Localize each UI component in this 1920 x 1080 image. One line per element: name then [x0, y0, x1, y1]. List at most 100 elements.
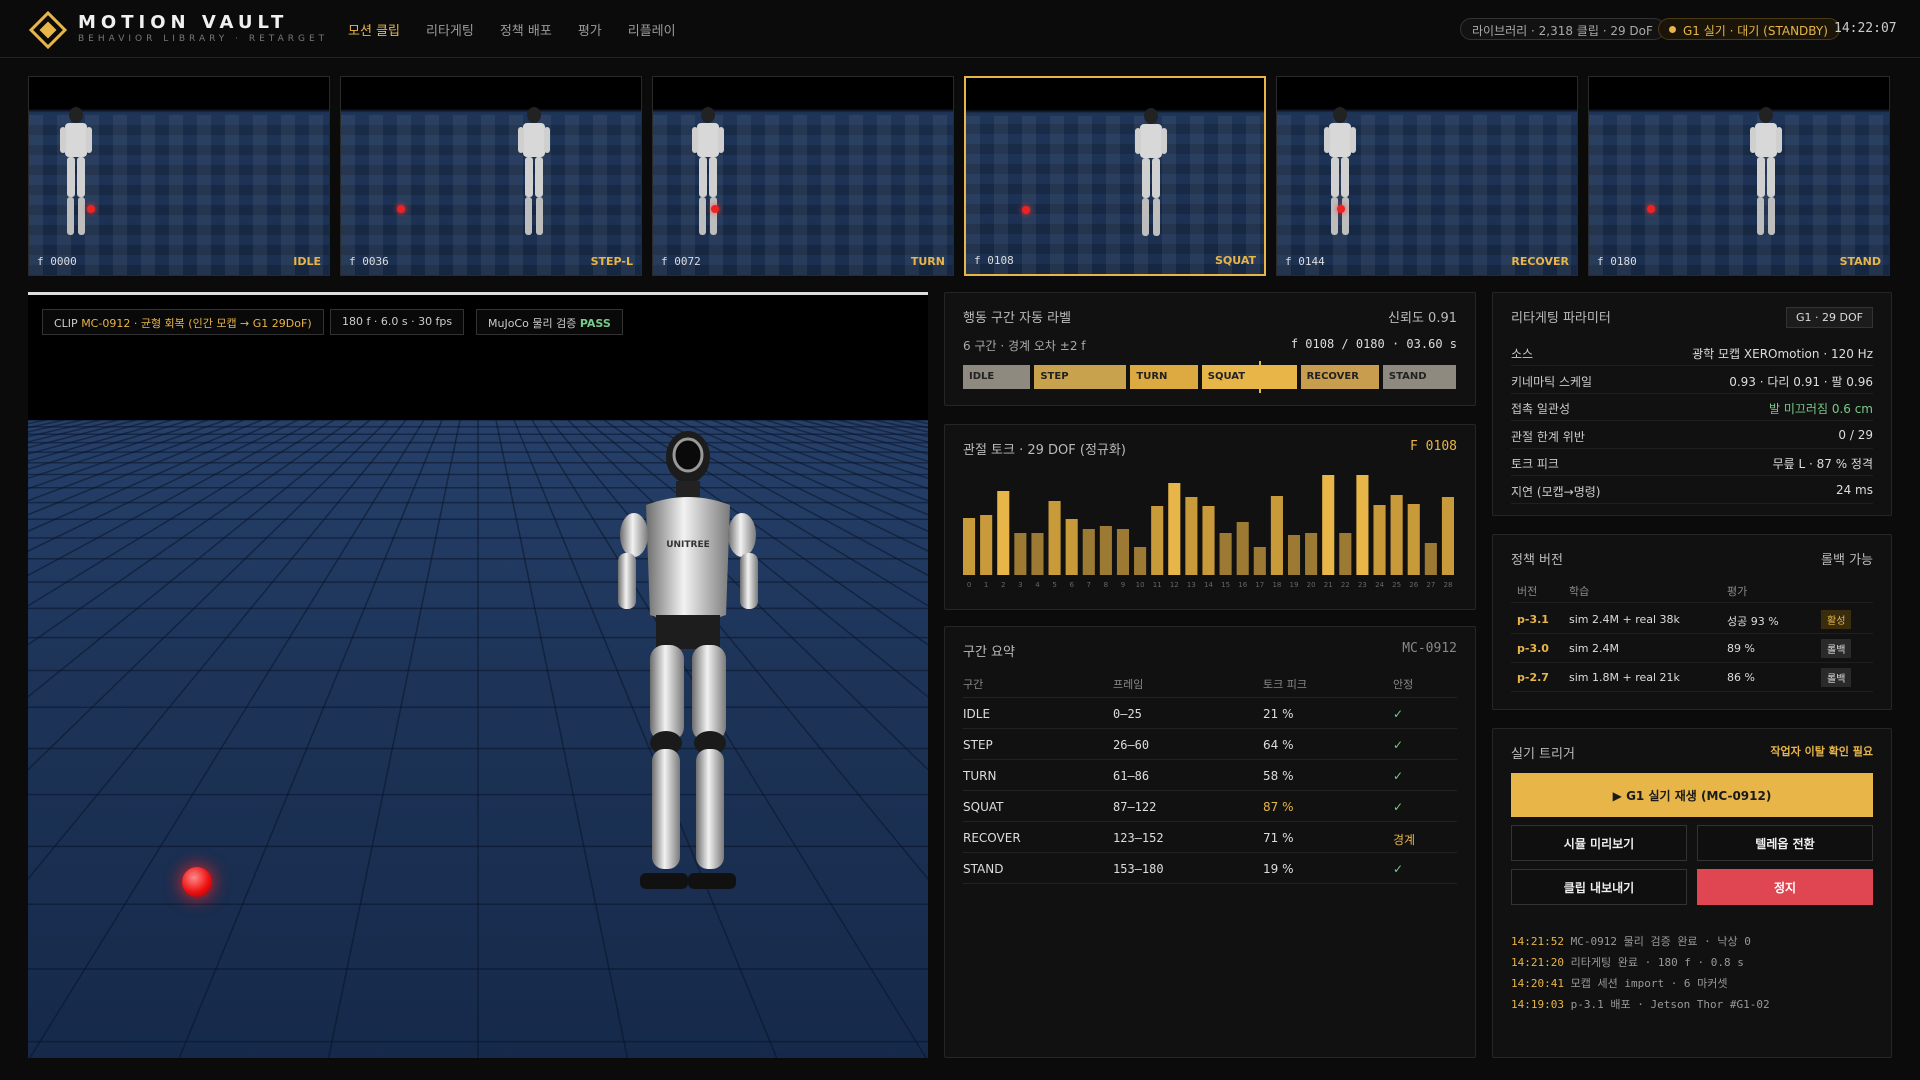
segment-name: IDLE	[963, 707, 991, 721]
thumbnail-frame: f 0108	[974, 254, 1014, 267]
torque-bar	[980, 515, 993, 575]
param-value: 광학 모캡 XEROmotion · 120 Hz	[1692, 347, 1873, 361]
summary-header-cell: 구간	[963, 678, 984, 691]
torque-bar	[1202, 506, 1215, 575]
torque-bar-chart: 0 1 2 3 4 5 6 7 8 9 10 11 12 13 14 15 16 17 18 19 20 21 22 23 24…	[963, 475, 1454, 589]
segment-block[interactable]: RECOVER	[1300, 365, 1379, 389]
playhead-cursor[interactable]	[1259, 361, 1262, 393]
param-key: 관절 한계 위반	[1511, 429, 1585, 444]
summary-row[interactable]: SQUAT 87–122 87 % ✓	[963, 791, 1457, 822]
torque-tick-label: 20	[1307, 581, 1316, 589]
segment-torque-peak: 21 %	[1263, 707, 1294, 721]
clip-description: · 균형 회복 (인간 모캡 → G1 29DoF)	[133, 317, 312, 330]
torque-bar	[1356, 475, 1369, 575]
param-value: 무릎 L · 87 % 정격	[1772, 457, 1873, 471]
rollback-button[interactable]: 롤백	[1821, 668, 1852, 687]
segment-block[interactable]: STAND	[1382, 365, 1456, 389]
torque-bar	[1099, 526, 1112, 575]
torque-bar	[963, 518, 976, 575]
summary-row[interactable]: STEP 26–60 64 % ✓	[963, 729, 1457, 760]
nav-policy-deploy[interactable]: 정책 배포	[500, 20, 552, 39]
torque-tick-label: 7	[1087, 581, 1091, 589]
keyframe-thumbnail[interactable]: f 0072 TURN	[652, 76, 954, 276]
log-entry: 14:21:52 MC-0912 물리 검증 완료 · 낙상 0	[1511, 931, 1770, 952]
retarget-params-panel: 리타게팅 파라미터 G1 · 29 DOF 소스 광학 모캡 XEROmotion…	[1492, 292, 1892, 516]
torque-bar	[1236, 522, 1249, 575]
policy-eval: 성공 93 %	[1727, 615, 1779, 628]
torque-bar	[1185, 497, 1198, 575]
param-value: 24 ms	[1835, 482, 1873, 497]
log-time: 14:20:41	[1511, 977, 1564, 990]
segment-frames: 0–25	[1113, 707, 1142, 721]
policy-version-panel: 정책 버전 롤백 가능 버전 학습 평가 p-3.1 sim 2.4M + real 3…	[1492, 534, 1892, 710]
keyframe-thumbnail[interactable]: f 0036 STEP-L	[340, 76, 642, 276]
torque-frame: F 0108	[1410, 439, 1457, 454]
segment-panel-title: 행동 구간 자동 라벨	[963, 311, 1072, 326]
policy-row[interactable]: p-2.7 sim 1.8M + real 21k 86 % 롤백	[1511, 663, 1873, 692]
summary-row[interactable]: STAND 153–180 19 % ✓	[963, 853, 1457, 884]
torque-bar	[1134, 547, 1147, 575]
segment-block[interactable]: TURN	[1130, 365, 1198, 389]
torque-tick-label: 25	[1392, 581, 1401, 589]
torque-tick-label: 19	[1290, 581, 1299, 589]
summary-header-row: 구간 프레임 토크 피크 안정	[963, 667, 1457, 698]
teleop-switch-button[interactable]: 텔레옵 전환	[1697, 825, 1873, 861]
torque-tick-label: 0	[967, 581, 971, 589]
torque-tick-label: 2	[1001, 581, 1005, 589]
robot-viewport[interactable]: CLIP MC-0912 · 균형 회복 (인간 모캡 → G1 29DoF) …	[28, 292, 928, 1058]
keyframe-thumbnail[interactable]: f 0180 STAND	[1588, 76, 1890, 276]
humanoid-robot: UNITREE	[618, 431, 758, 889]
policy-eval: 86 %	[1727, 671, 1755, 684]
thumbnail-robot	[517, 105, 551, 245]
nav-evaluation[interactable]: 평가	[578, 20, 602, 39]
torque-bar	[1339, 533, 1352, 575]
policy-eval: 89 %	[1727, 642, 1755, 655]
play-on-robot-button[interactable]: ▶ G1 실기 재생 (MC-0912)	[1511, 773, 1873, 817]
rollback-button[interactable]: 롤백	[1821, 639, 1852, 658]
policy-row[interactable]: p-3.0 sim 2.4M 89 % 롤백	[1511, 634, 1873, 663]
thumbnail-label: IDLE	[293, 255, 321, 268]
segment-timeline[interactable]: IDLE STEP TURN SQUAT RECOVER STAND	[963, 361, 1457, 393]
segment-name: STAND	[963, 862, 1004, 876]
summary-row[interactable]: IDLE 0–25 21 % ✓	[963, 698, 1457, 729]
summary-row[interactable]: RECOVER 123–152 71 % 경계	[963, 822, 1457, 853]
nav-retargeting[interactable]: 리타게팅	[426, 20, 474, 39]
segment-stability: ✓	[1393, 800, 1404, 814]
log-message: p-3.1 배포 · Jetson Thor #G1-02	[1570, 998, 1770, 1011]
keyframe-thumbnail[interactable]: f 0144 RECOVER	[1276, 76, 1578, 276]
stop-button[interactable]: 정지	[1697, 869, 1873, 905]
torque-bar	[1253, 547, 1266, 575]
policy-header-row: 버전 학습 평가	[1511, 579, 1873, 603]
robot-brand-label: UNITREE	[666, 540, 710, 550]
summary-clip-id: MC-0912	[1402, 641, 1457, 656]
segment-block[interactable]: SQUAT	[1201, 365, 1297, 389]
summary-row[interactable]: TURN 61–86 58 % ✓	[963, 760, 1457, 791]
keyframe-thumbnail[interactable]: f 0108 SQUAT	[964, 76, 1266, 276]
torque-tick-label: 5	[1052, 581, 1056, 589]
torque-bar	[1322, 475, 1335, 575]
nav-motion-clips[interactable]: 모션 클립	[348, 20, 400, 39]
top-bar: MOTION VAULT BEHAVIOR LIBRARY · RETARGET…	[0, 0, 1920, 58]
nav-replay[interactable]: 리플레이	[628, 20, 676, 39]
summary-title: 구간 요약	[963, 645, 1015, 660]
torque-tick-label: 4	[1035, 581, 1040, 589]
logo-icon	[28, 10, 68, 50]
torque-tick-label: 9	[1121, 581, 1125, 589]
segment-block[interactable]: IDLE	[963, 365, 1031, 389]
clip-chip: CLIP MC-0912 · 균형 회복 (인간 모캡 → G1 29DoF)	[42, 309, 324, 335]
policy-version: p-3.0	[1517, 642, 1549, 655]
keyframe-thumbnail[interactable]: f 0000 IDLE	[28, 76, 330, 276]
export-clip-button[interactable]: 클립 내보내기	[1511, 869, 1687, 905]
torque-tick-label: 21	[1324, 581, 1333, 589]
segment-block[interactable]: STEP	[1034, 365, 1127, 389]
brand-title: MOTION VAULT	[78, 12, 289, 33]
clock: 14:22:07	[1834, 21, 1897, 36]
segment-frames: 123–152	[1113, 831, 1164, 845]
operator-warning: 작업자 이탈 확인 필요	[1770, 745, 1873, 758]
sim-preview-button[interactable]: 시뮬 미리보기	[1511, 825, 1687, 861]
policy-training: sim 2.4M	[1569, 642, 1619, 655]
torque-tick-label: 6	[1069, 581, 1074, 589]
robot-status-pill: G1 실기 · 대기 (STANDBY)	[1658, 18, 1840, 40]
summary-header-cell: 프레임	[1113, 678, 1144, 691]
policy-row[interactable]: p-3.1 sim 2.4M + real 38k 성공 93 % 활성	[1511, 605, 1873, 634]
